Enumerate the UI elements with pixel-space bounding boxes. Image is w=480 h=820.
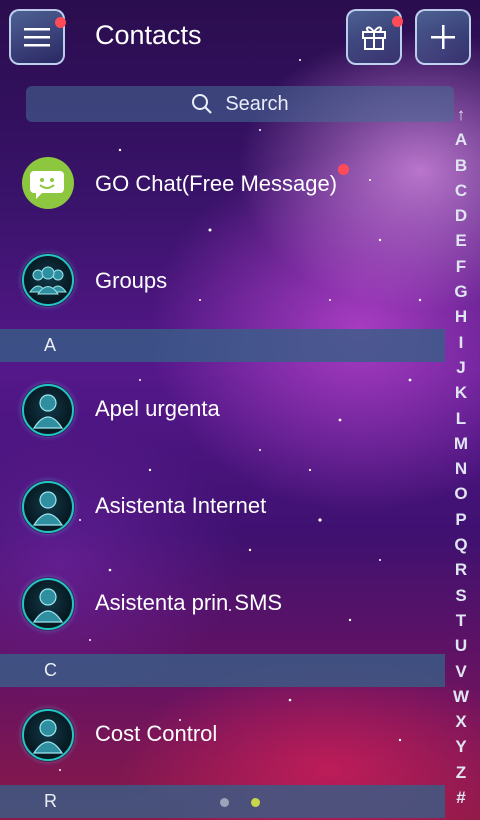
index-letter[interactable]: W: [446, 684, 476, 709]
contact-name: Apel urgenta: [95, 396, 220, 421]
list-item-contact[interactable]: Cost Control: [0, 687, 445, 783]
page-indicator-dot: [220, 798, 229, 807]
menu-button[interactable]: [9, 9, 66, 65]
page-title: Contacts: [95, 20, 202, 50]
plus-icon: [431, 25, 455, 49]
index-letter[interactable]: E: [446, 228, 476, 253]
person-icon: [22, 578, 74, 630]
index-letter[interactable]: A: [446, 127, 476, 152]
contact-name: Asistenta Internet: [95, 493, 267, 518]
notification-dot: [338, 164, 349, 175]
index-letter[interactable]: R: [446, 557, 476, 582]
index-letter[interactable]: L: [446, 406, 476, 431]
index-letter[interactable]: G: [446, 279, 476, 304]
search-icon: [192, 94, 213, 114]
list-item-contact[interactable]: Asistenta Internet: [0, 459, 445, 555]
list-item-contact[interactable]: Apel urgenta: [0, 362, 445, 458]
contact-name: Cost Control: [95, 721, 218, 746]
index-letter[interactable]: M: [446, 431, 476, 456]
section-header-c: C: [0, 654, 445, 687]
hamburger-icon: [24, 28, 50, 47]
person-icon: [22, 481, 74, 533]
search-bar[interactable]: Search: [26, 86, 454, 122]
index-letter[interactable]: B: [446, 153, 476, 178]
contact-name: GO Chat(Free Message): [95, 171, 338, 196]
index-letter[interactable]: T: [446, 608, 476, 633]
gift-icon: [362, 26, 386, 50]
list-item-contact[interactable]: Asistenta prin SMS: [0, 556, 445, 652]
index-letter[interactable]: C: [446, 178, 476, 203]
alphabet-index[interactable]: ↑ A B C D E F G H I J K L M N O P Q R S T U V W X Y Z #: [446, 102, 476, 810]
index-letter[interactable]: S: [446, 583, 476, 608]
search-label: Search: [225, 92, 289, 115]
person-icon: [22, 709, 74, 761]
index-letter[interactable]: U: [446, 633, 476, 658]
index-letter[interactable]: H: [446, 304, 476, 329]
notification-dot: [55, 17, 66, 28]
contact-name: Groups: [95, 268, 168, 293]
chat-bubble-icon: [22, 157, 74, 209]
list-item-go-chat[interactable]: GO Chat(Free Message): [0, 135, 445, 231]
gift-button[interactable]: [346, 9, 403, 65]
index-letter[interactable]: I: [446, 330, 476, 355]
person-icon: [22, 384, 74, 436]
scroll-top-arrow[interactable]: ↑: [446, 102, 476, 127]
index-letter[interactable]: Y: [446, 734, 476, 759]
index-letter[interactable]: #: [446, 785, 476, 810]
contact-name: Asistenta prin SMS: [95, 590, 283, 615]
index-letter[interactable]: F: [446, 254, 476, 279]
index-letter[interactable]: V: [446, 659, 476, 684]
index-letter[interactable]: O: [446, 481, 476, 506]
index-letter[interactable]: Q: [446, 532, 476, 557]
index-letter[interactable]: K: [446, 380, 476, 405]
index-letter[interactable]: D: [446, 203, 476, 228]
index-letter[interactable]: N: [446, 456, 476, 481]
list-item-groups[interactable]: Groups: [0, 232, 445, 328]
section-header-a: A: [0, 329, 445, 362]
notification-dot: [392, 16, 403, 27]
index-letter[interactable]: P: [446, 507, 476, 532]
index-letter[interactable]: X: [446, 709, 476, 734]
index-letter[interactable]: Z: [446, 760, 476, 785]
page-indicator-dot-active: [251, 798, 260, 807]
top-bar: Contacts: [0, 0, 480, 80]
index-letter[interactable]: J: [446, 355, 476, 380]
add-contact-button[interactable]: [415, 9, 471, 65]
group-icon: [22, 254, 74, 306]
